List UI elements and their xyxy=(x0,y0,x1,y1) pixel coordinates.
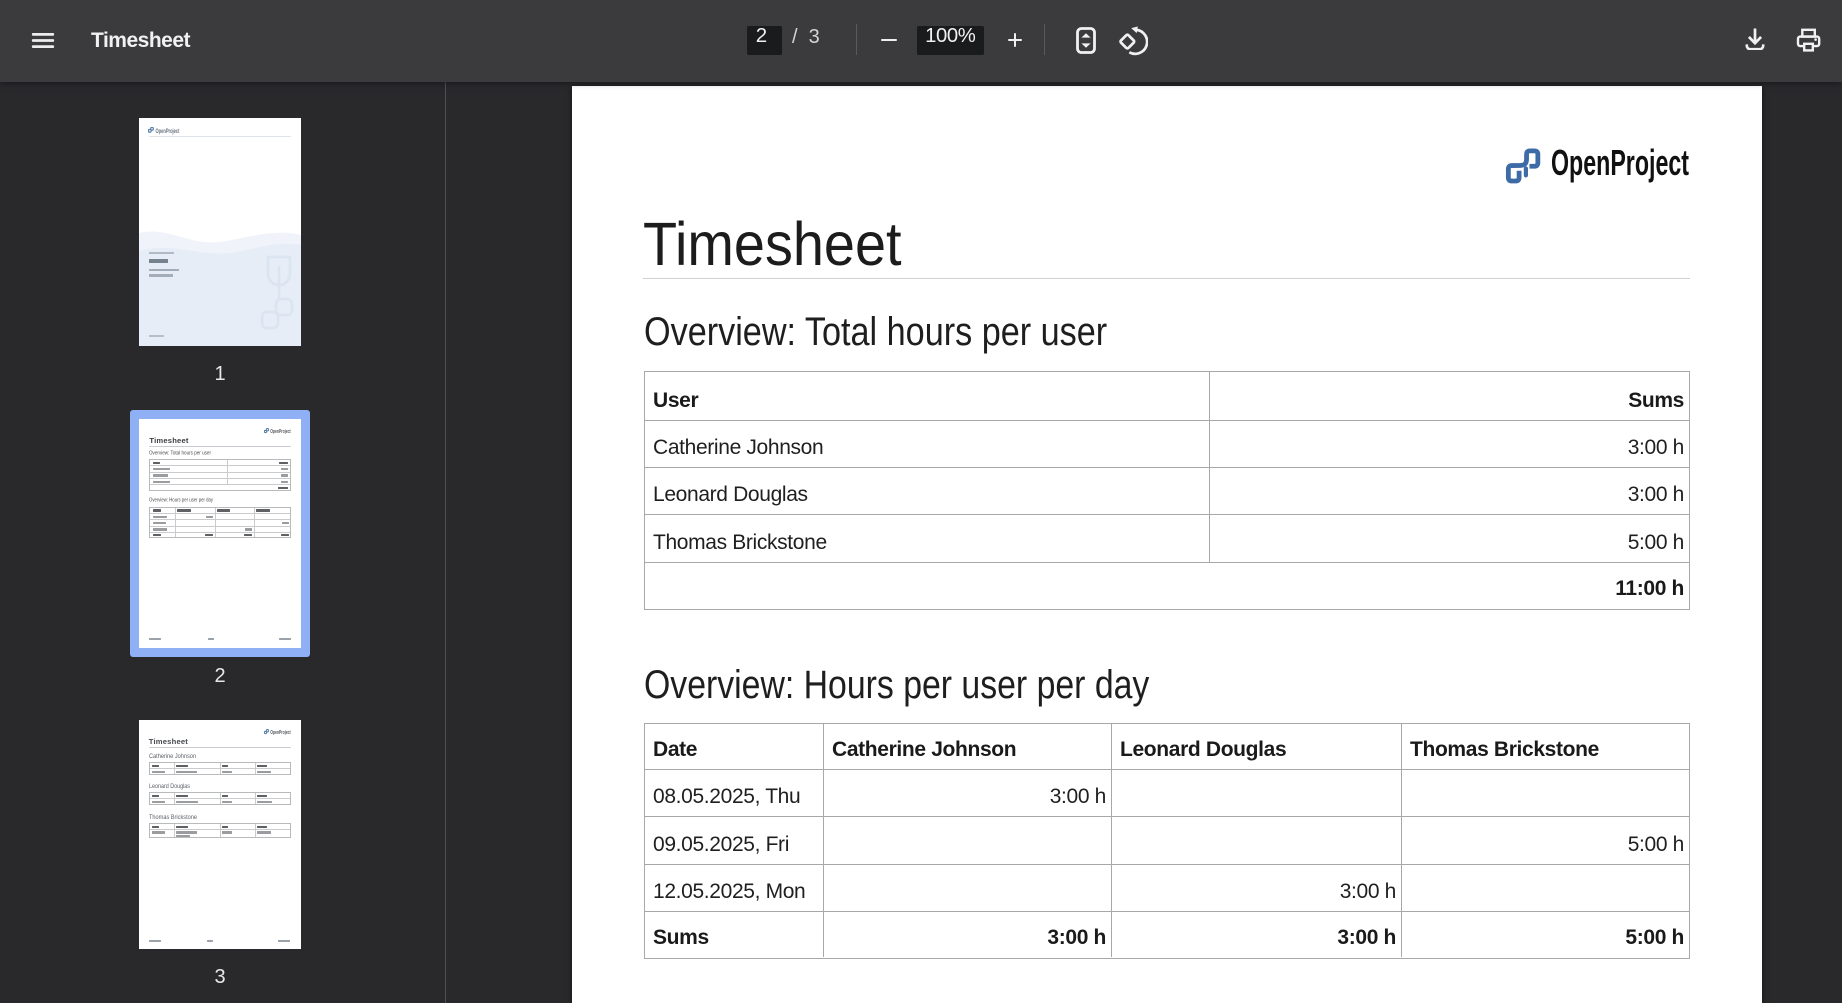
svg-text:Overview: Total hours per user: Overview: Total hours per user xyxy=(149,451,211,456)
svg-text:Overview: Hours per user per d: Overview: Hours per user per day xyxy=(149,498,213,503)
svg-text:OpenProject: OpenProject xyxy=(1551,147,1689,183)
svg-text:Thomas Brickstone: Thomas Brickstone xyxy=(149,814,197,821)
svg-text:Catherine Johnson: Catherine Johnson xyxy=(149,753,196,760)
svg-text:OpenProject: OpenProject xyxy=(270,429,291,435)
svg-text:OpenProject: OpenProject xyxy=(156,128,181,135)
svg-text:Leonard Douglas: Leonard Douglas xyxy=(149,783,190,790)
svg-text:OpenProject: OpenProject xyxy=(270,730,291,736)
